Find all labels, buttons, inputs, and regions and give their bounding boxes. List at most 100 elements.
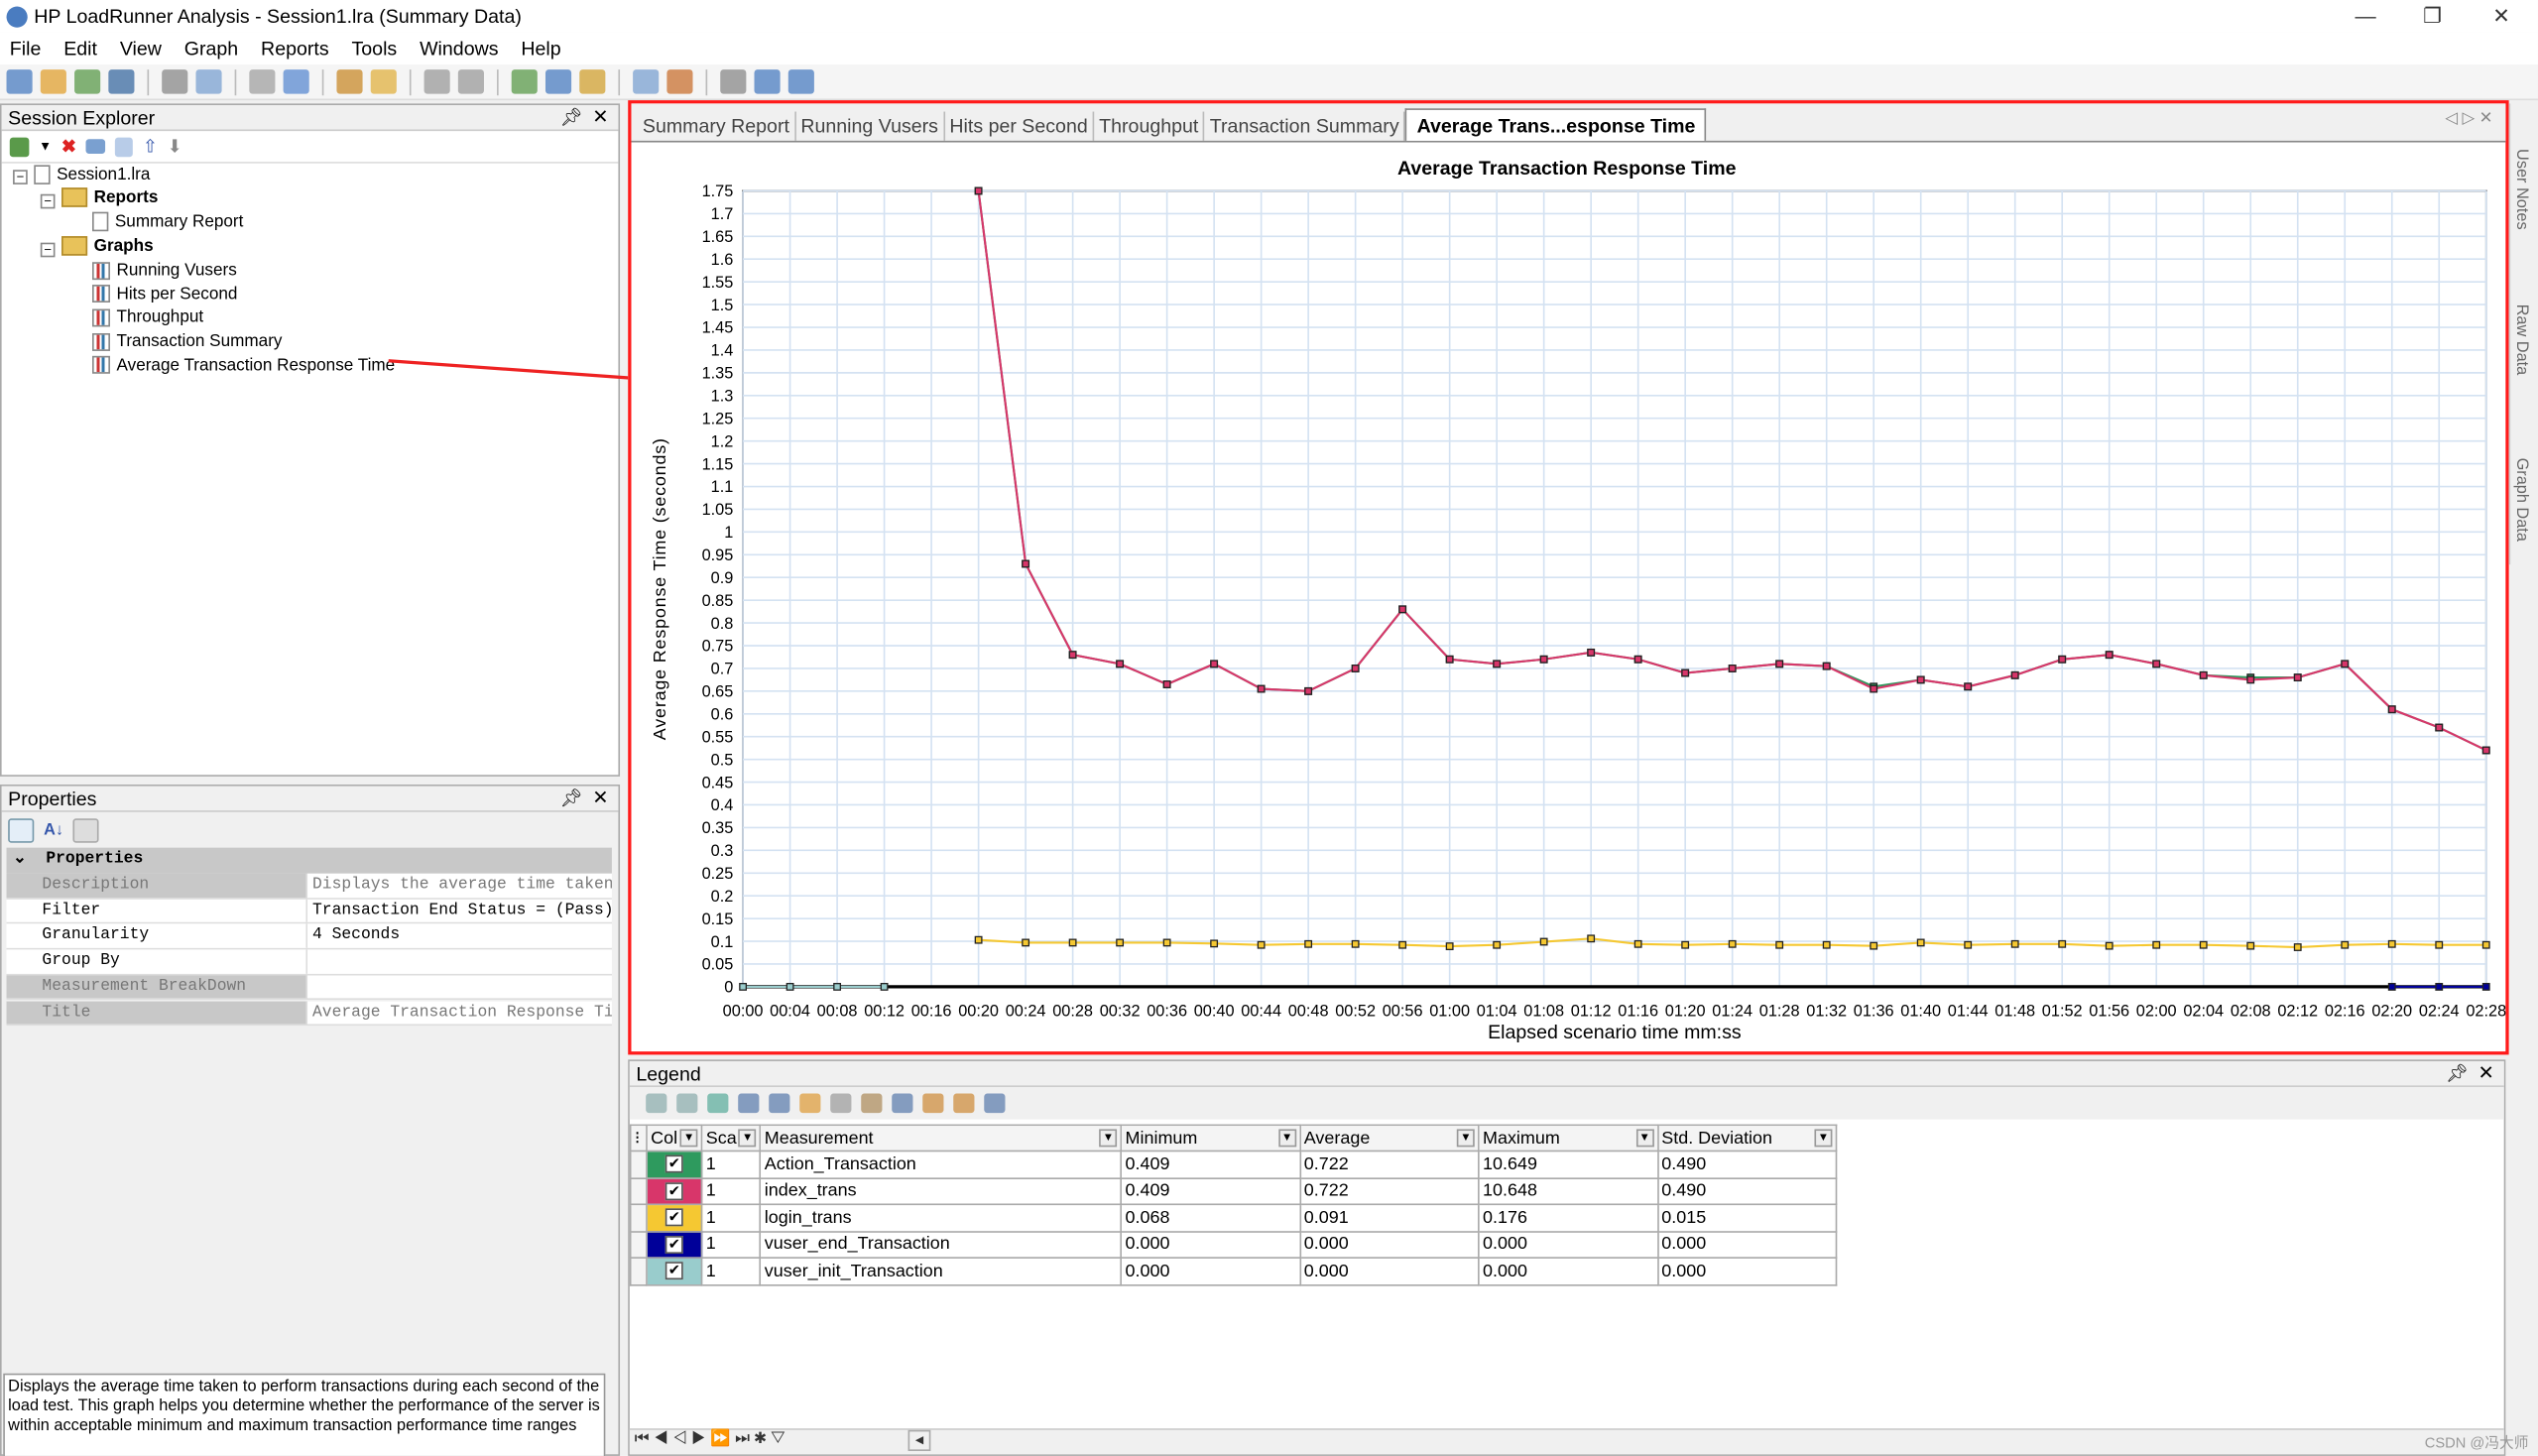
data-point[interactable] [2435, 940, 2444, 949]
data-point[interactable] [2199, 940, 2208, 949]
tab-transaction-summary[interactable]: Transaction Summary [1205, 111, 1406, 141]
property-section[interactable]: ⌄ Properties [6, 847, 612, 874]
data-point[interactable] [1728, 939, 1737, 948]
column-filter-icon[interactable]: ▼ [679, 1129, 698, 1148]
filter-icon[interactable] [283, 69, 309, 94]
move-down-icon[interactable]: ⬇ [168, 136, 182, 158]
data-point[interactable] [1493, 660, 1502, 668]
data-point[interactable] [2293, 673, 2302, 682]
data-point[interactable] [2152, 940, 2161, 949]
cross-result-icon[interactable] [633, 69, 660, 94]
sort-icon[interactable] [953, 1093, 975, 1114]
data-point[interactable] [2481, 746, 2490, 755]
column-header[interactable]: Maximum ▼ [1478, 1124, 1658, 1153]
next-page-icon[interactable]: ⏩ [710, 1430, 730, 1448]
copy-icon[interactable] [115, 136, 134, 157]
property-row[interactable]: Group By [6, 949, 612, 975]
column-header[interactable]: Std. Deviation ▼ [1656, 1124, 1838, 1153]
tree-graph-item[interactable]: Hits per Second [92, 285, 237, 303]
data-point[interactable] [1822, 940, 1831, 949]
data-point[interactable] [1257, 684, 1266, 693]
legend-row[interactable]: ✔ 1 vuser_end_Transaction 0.000 0.000 0.000 0.… [629, 1230, 1838, 1259]
print-preview-icon[interactable] [195, 69, 222, 94]
filter-icon[interactable]: ▽ [771, 1430, 786, 1448]
data-point[interactable] [1304, 686, 1313, 695]
tree-report-item[interactable]: Summary Report [92, 211, 243, 232]
tree-graphs-folder[interactable]: Graphs [61, 236, 154, 256]
tab-prev-icon[interactable]: ◁ [2445, 110, 2458, 128]
save-icon[interactable] [108, 69, 135, 94]
data-point[interactable] [1916, 675, 1925, 684]
data-point[interactable] [2435, 723, 2444, 732]
row-selector[interactable] [629, 1176, 648, 1206]
tree-reports-folder[interactable]: Reports [61, 187, 158, 207]
menu-edit[interactable]: Edit [63, 38, 97, 61]
data-point[interactable] [1116, 660, 1125, 668]
link-icon[interactable] [738, 1093, 760, 1114]
column-filter-icon[interactable]: ▼ [1277, 1129, 1296, 1148]
data-point[interactable] [2435, 982, 2444, 991]
data-point[interactable] [1587, 934, 1596, 943]
data-point[interactable] [1068, 938, 1077, 947]
data-point[interactable] [1870, 941, 1878, 950]
categorized-icon[interactable] [8, 817, 35, 842]
set-granularity-icon[interactable] [544, 69, 572, 94]
property-value[interactable]: Displays the average time taken to [307, 873, 612, 898]
data-point[interactable] [2058, 655, 2067, 664]
print-icon[interactable] [162, 69, 188, 94]
data-point[interactable] [2105, 941, 2114, 950]
data-point[interactable] [2481, 940, 2490, 949]
legend-row[interactable]: ✔ 1 login_trans 0.068 0.091 0.176 0.015 [629, 1203, 1838, 1232]
data-point[interactable] [1870, 684, 1878, 693]
column-header[interactable]: Measurement ▼ [759, 1124, 1123, 1153]
data-point[interactable] [1022, 938, 1030, 947]
color-swatch[interactable]: ✔ [646, 1203, 703, 1232]
close-button[interactable]: ✕ [2492, 3, 2510, 29]
column-header[interactable]: Col ▼ [646, 1124, 703, 1153]
data-point[interactable] [1775, 660, 1784, 668]
menu-view[interactable]: View [120, 38, 162, 61]
first-record-icon[interactable]: ⏮ [635, 1430, 650, 1448]
column-filter-icon[interactable]: ▼ [1456, 1129, 1475, 1148]
add-icon[interactable] [707, 1093, 729, 1114]
restore-button[interactable]: ❐ [2423, 3, 2442, 29]
side-tab-user-notes[interactable]: User Notes [2512, 149, 2530, 230]
property-row[interactable]: Measurement BreakDown [6, 975, 612, 1001]
data-point[interactable] [1162, 938, 1171, 947]
data-point[interactable] [1587, 648, 1596, 657]
data-point[interactable] [1210, 939, 1219, 948]
data-point[interactable] [1445, 942, 1454, 951]
hide-all-icon[interactable] [676, 1093, 698, 1114]
tree-graph-item[interactable]: Running Vusers [92, 261, 237, 280]
data-point[interactable] [880, 982, 889, 991]
data-point[interactable] [2387, 705, 2396, 714]
data-point[interactable] [2058, 939, 2067, 948]
visibility-checkbox[interactable]: ✔ [665, 1235, 683, 1254]
data-point[interactable] [2481, 982, 2490, 991]
data-point[interactable] [2246, 675, 2255, 684]
data-point[interactable] [2387, 939, 2396, 948]
data-point[interactable] [2105, 651, 2114, 660]
merge-icon[interactable] [370, 69, 397, 94]
data-point[interactable] [1116, 938, 1125, 947]
property-row[interactable]: Title Average Transaction Response Time [6, 1000, 612, 1027]
data-point[interactable] [2152, 660, 2161, 668]
next-icon[interactable]: ▶ [691, 1430, 706, 1448]
menu-reports[interactable]: Reports [261, 38, 329, 61]
data-point[interactable] [1916, 938, 1925, 947]
data-point[interactable] [1022, 559, 1030, 568]
legend-row[interactable]: ✔ 1 vuser_init_Transaction 0.000 0.000 0.000 0… [629, 1257, 1838, 1285]
data-point[interactable] [1162, 680, 1171, 688]
move-up-icon[interactable]: ⇧ [143, 136, 158, 158]
data-point[interactable] [1822, 662, 1831, 670]
property-value[interactable] [307, 975, 612, 999]
property-pages-icon[interactable] [72, 817, 99, 842]
pin-icon[interactable]: 📌︎ [560, 788, 583, 809]
visibility-checkbox[interactable]: ✔ [665, 1154, 683, 1173]
data-point[interactable] [1728, 665, 1737, 672]
tab-next-icon[interactable]: ▷ [2462, 110, 2475, 128]
data-point[interactable] [2199, 670, 2208, 679]
color-swatch[interactable]: ✔ [646, 1230, 703, 1259]
data-point[interactable] [1445, 655, 1454, 664]
data-point[interactable] [833, 982, 842, 991]
